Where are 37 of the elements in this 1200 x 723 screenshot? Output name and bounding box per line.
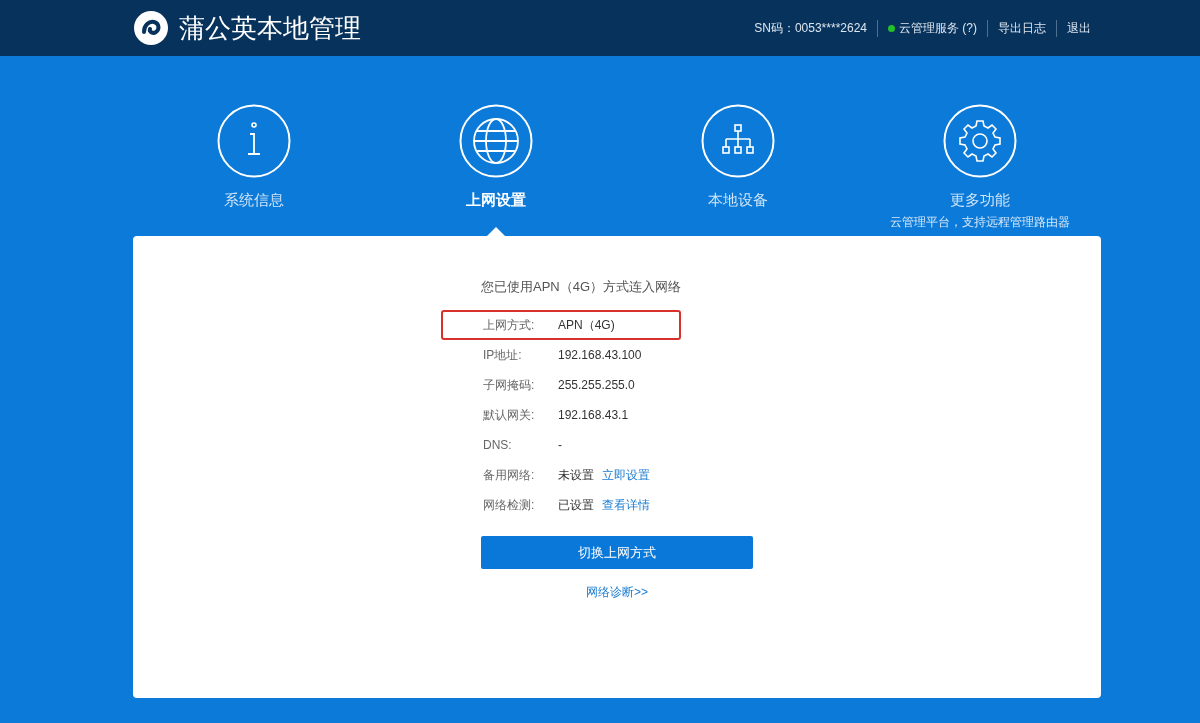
field-label: 备用网络:	[483, 466, 536, 484]
nav-label: 系统信息	[224, 191, 284, 210]
field-label: DNS:	[483, 438, 513, 452]
field-label: 默认网关:	[483, 406, 536, 424]
nav-label: 上网设置	[466, 191, 526, 210]
switch-mode-button[interactable]: 切换上网方式	[481, 536, 753, 569]
field-value: 未设置	[558, 466, 594, 484]
field-label: 上网方式:	[483, 316, 536, 334]
globe-icon	[459, 104, 533, 178]
logo-icon	[133, 10, 169, 46]
serial-number: SN码：0053****2624	[753, 19, 868, 37]
nav-tab[interactable]: 系统信息	[133, 104, 375, 236]
field-value: APN（4G)	[558, 316, 615, 334]
network-icon	[701, 104, 775, 178]
field-value: 255.255.255.0	[558, 378, 635, 392]
gear-icon	[943, 104, 1017, 178]
nav-tab[interactable]: 本地设备	[617, 104, 859, 236]
nav-label: 本地设备	[708, 191, 768, 210]
field-value: 已设置	[558, 496, 594, 514]
header-link[interactable]: 导出日志	[987, 19, 1056, 37]
app-title: 蒲公英本地管理	[179, 11, 362, 45]
nav-tab[interactable]: 更多功能 云管理平台，支持远程管理路由器	[859, 104, 1101, 236]
field-label: 子网掩码:	[483, 376, 536, 394]
action-link[interactable]: 查看详情	[602, 496, 650, 514]
field-value: 192.168.43.1	[558, 408, 629, 422]
field-value: -	[558, 438, 562, 452]
info-icon	[217, 104, 291, 178]
status-heading: 您已使用APN（4G）方式连入网络	[481, 278, 683, 296]
nav-subtitle: 云管理平台，支持远程管理路由器	[890, 214, 1070, 231]
diagnosis-link[interactable]: 网络诊断>>	[586, 584, 648, 601]
action-link[interactable]: 立即设置	[602, 466, 650, 484]
field-label: IP地址:	[483, 346, 523, 364]
field-value: 192.168.43.100	[558, 348, 642, 362]
cloud-service-link[interactable]: 云管理服务 (?)	[899, 19, 977, 37]
header-link[interactable]: 退出	[1056, 19, 1101, 37]
nav-label: 更多功能	[950, 191, 1010, 210]
field-label: 网络检测:	[483, 496, 536, 514]
